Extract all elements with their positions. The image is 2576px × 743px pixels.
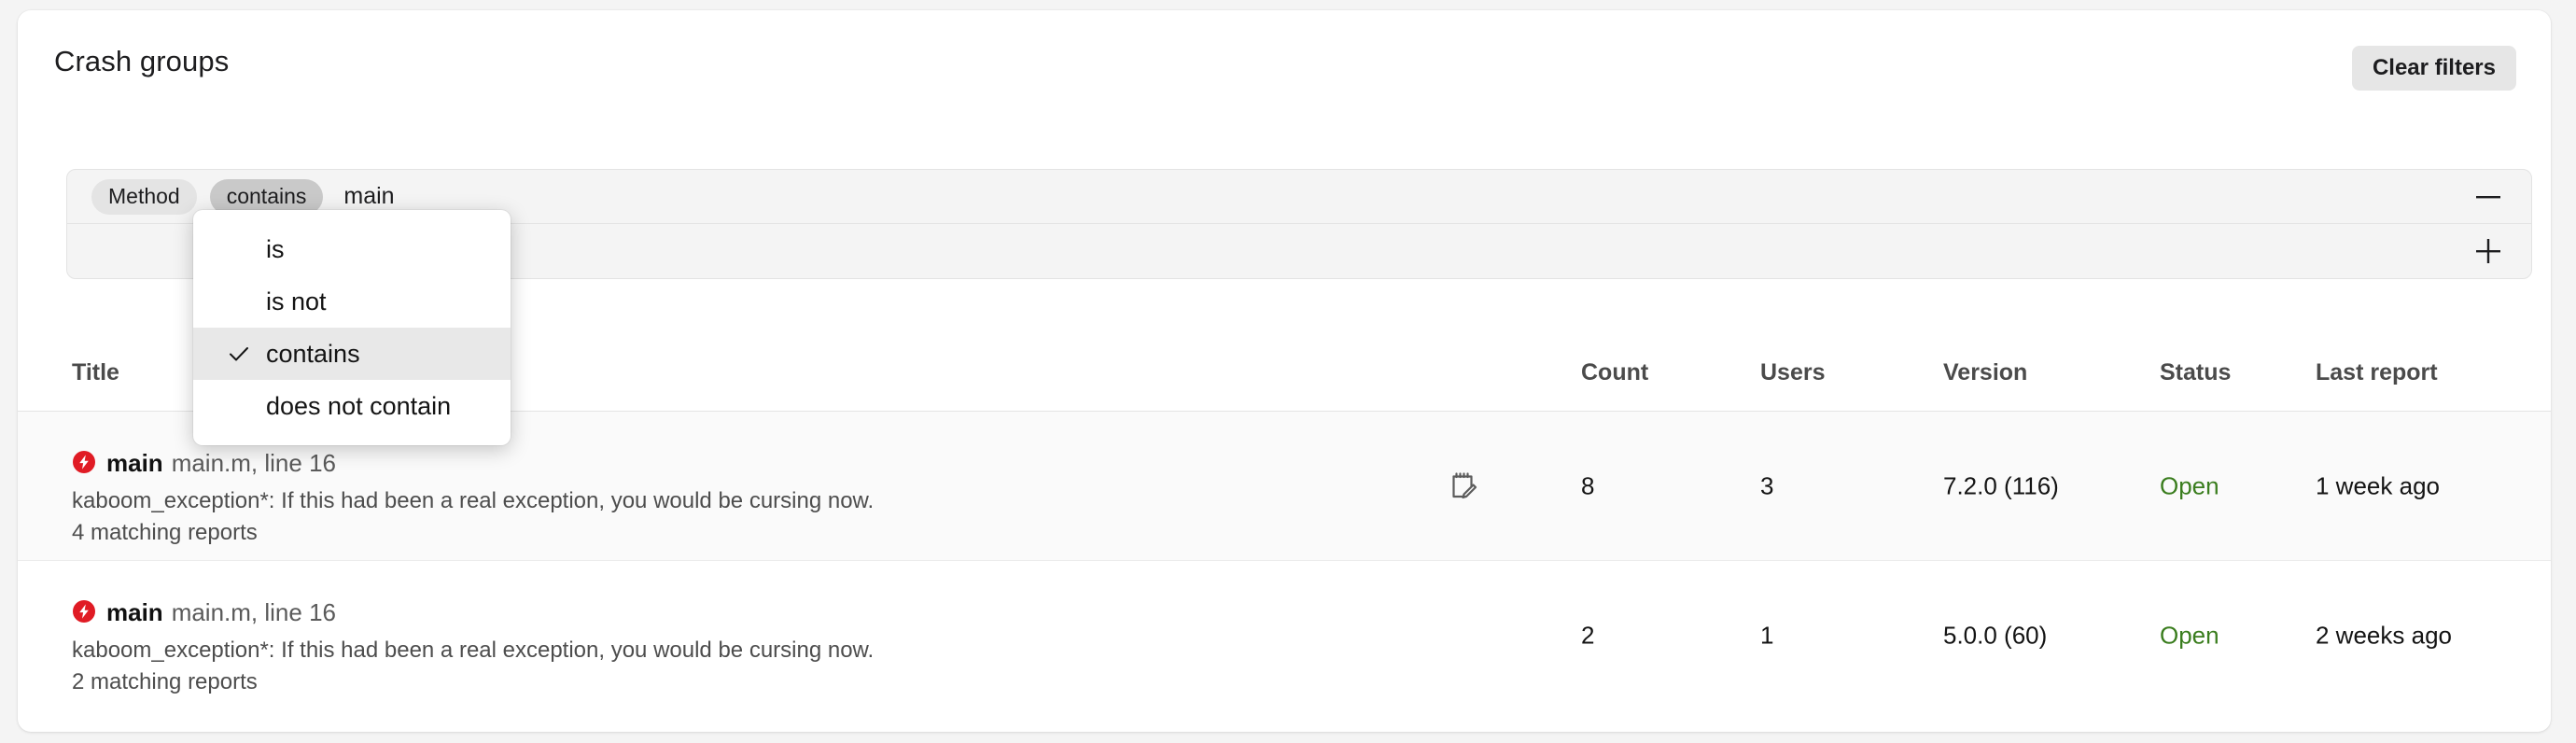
status-badge: Open (2160, 471, 2219, 499)
crash-matching-reports: 2 matching reports (72, 669, 258, 694)
note-edit-icon[interactable] (1441, 465, 1484, 508)
dropdown-item-does-not-contain[interactable]: does not contain (193, 380, 511, 432)
cell-version: 7.2.0 (116) (1943, 471, 2059, 499)
table-row[interactable]: main main.m, line 16 kaboom_exception*: … (18, 561, 2551, 710)
remove-filter-button[interactable] (2470, 178, 2507, 216)
dropdown-item-label: does not contain (266, 391, 452, 420)
column-header-users[interactable]: Users (1760, 359, 1826, 386)
crash-matching-reports: 4 matching reports (72, 520, 258, 545)
dropdown-item-contains[interactable]: contains (193, 328, 511, 380)
column-header-status[interactable]: Status (2160, 359, 2231, 386)
app-page: Crash groups Clear filters Method contai… (0, 0, 2576, 743)
cell-last-report: 1 week ago (2316, 471, 2440, 499)
column-header-last-report[interactable]: Last report (2316, 359, 2438, 386)
dropdown-item-label: is (266, 234, 285, 263)
clear-filters-button[interactable]: Clear filters (2351, 46, 2516, 91)
checkmark-icon (227, 342, 251, 366)
page-title: Crash groups (54, 45, 230, 77)
plus-icon (2476, 239, 2500, 263)
cell-count: 2 (1581, 621, 1595, 650)
dropdown-item-label: is not (266, 287, 327, 315)
dropdown-item-label: contains (266, 339, 360, 368)
column-header-count[interactable]: Count (1581, 359, 1648, 386)
crash-title-cell: main main.m, line 16 kaboom_exception*: … (72, 447, 1528, 549)
minus-icon (2476, 195, 2500, 198)
operator-dropdown-menu: is is not contains does not contain (193, 210, 511, 445)
crash-method: main (106, 449, 163, 477)
filter-field-pill[interactable]: Method (91, 178, 197, 215)
crash-title-line: main main.m, line 16 (72, 596, 1528, 627)
crash-location: main.m, line 16 (171, 598, 336, 626)
filter-operator-pill[interactable]: contains (209, 178, 324, 215)
dropdown-item-is[interactable]: is (193, 223, 511, 275)
dropdown-item-is-not[interactable]: is not (193, 275, 511, 328)
crash-bolt-icon (72, 599, 96, 624)
filter-value-input[interactable]: main (343, 183, 394, 210)
cell-version: 5.0.0 (60) (1943, 621, 2048, 650)
status-badge: Open (2160, 621, 2219, 650)
crash-method: main (106, 598, 163, 626)
crash-title-line: main main.m, line 16 (72, 447, 1528, 478)
column-header-title[interactable]: Title (72, 359, 119, 386)
card-header: Crash groups Clear filters (18, 10, 2551, 100)
cell-users: 3 (1760, 471, 1774, 499)
add-filter-button[interactable] (2470, 232, 2507, 270)
crash-title-cell: main main.m, line 16 kaboom_exception*: … (72, 596, 1528, 698)
crash-exception: kaboom_exception*: If this had been a re… (72, 488, 875, 513)
cell-last-report: 2 weeks ago (2316, 621, 2452, 650)
cell-users: 1 (1760, 621, 1774, 650)
crash-exception: kaboom_exception*: If this had been a re… (72, 638, 875, 663)
crash-location: main.m, line 16 (171, 449, 336, 477)
crash-bolt-icon (72, 450, 96, 474)
cell-count: 8 (1581, 471, 1595, 499)
column-header-version[interactable]: Version (1943, 359, 2027, 386)
